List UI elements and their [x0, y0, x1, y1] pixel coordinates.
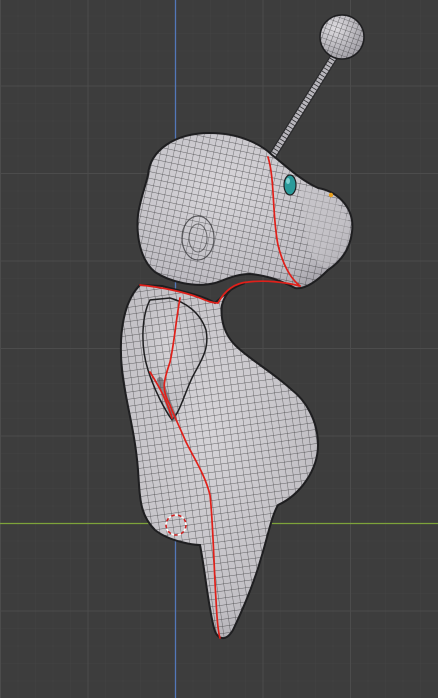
- selected-vertex[interactable]: [328, 192, 334, 198]
- mesh-head[interactable]: [136, 131, 354, 290]
- 3d-viewport[interactable]: [0, 0, 438, 698]
- mesh-eye[interactable]: [283, 174, 297, 196]
- mesh-object[interactable]: [119, 14, 365, 639]
- viewport-canvas: [0, 0, 438, 698]
- mesh-body[interactable]: [119, 282, 320, 639]
